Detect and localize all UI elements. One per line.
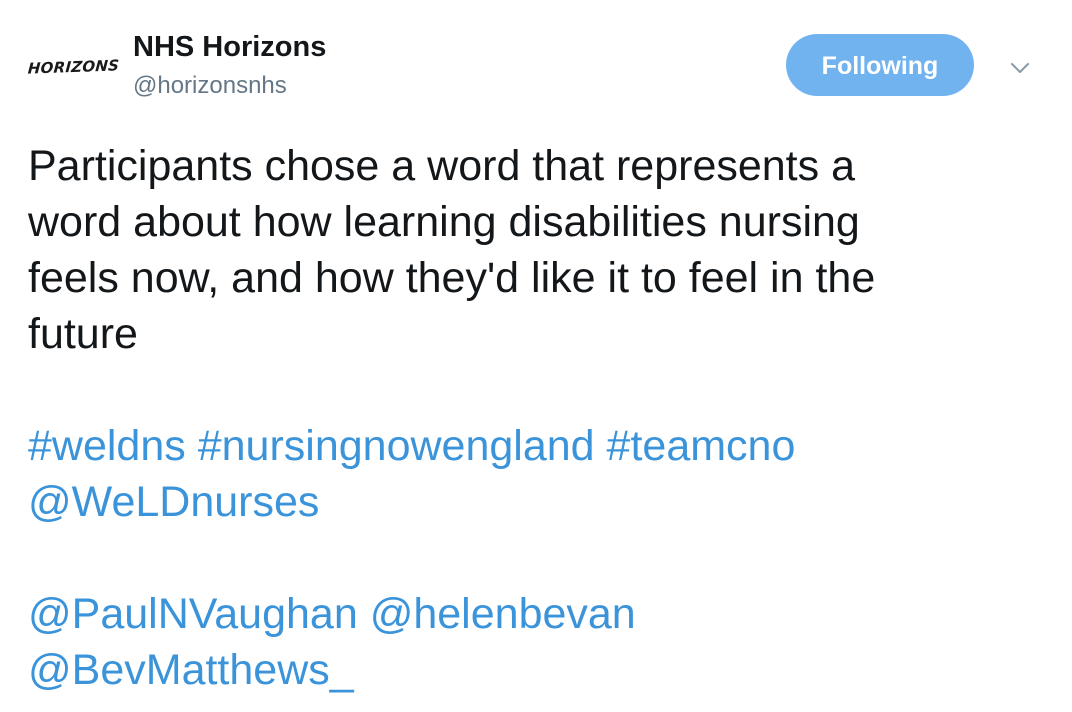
- display-name[interactable]: NHS Horizons: [133, 30, 326, 64]
- hashtag-weldns-link[interactable]: #weldns: [28, 422, 186, 470]
- mention-line: @BevMatthews_: [28, 642, 1048, 698]
- avatar[interactable]: HORIZONS: [27, 44, 120, 90]
- tweet-text: Participants chose a word that represent…: [28, 138, 1048, 698]
- mention-paulnvaughan-link[interactable]: @PaulNVaughan: [28, 590, 358, 638]
- hashtag-teamcno-link[interactable]: #teamcno: [607, 422, 796, 470]
- mention-weldnurses-link[interactable]: @WeLDnurses: [28, 478, 319, 526]
- hashtags-line: #weldns #nursingnowengland #teamcno: [28, 418, 1048, 474]
- tweet-card: HORIZONS NHS Horizons @horizonsnhs Follo…: [0, 0, 1072, 712]
- user-handle[interactable]: @horizonsnhs: [133, 71, 287, 101]
- tweet-text-line: word about how learning disabilities nur…: [28, 198, 860, 246]
- avatar-logo-text: HORIZONS: [27, 56, 120, 78]
- mention-helenbevan-link[interactable]: @helenbevan: [370, 590, 636, 638]
- chevron-down-icon[interactable]: [1008, 56, 1032, 80]
- tweet-text-line: feels now, and how they'd like it to fee…: [28, 254, 876, 302]
- following-button[interactable]: Following: [786, 34, 974, 96]
- tweet-text-line: Participants chose a word that represent…: [28, 142, 855, 190]
- tweet-text-line: future: [28, 310, 138, 358]
- hashtag-nursingnowengland-link[interactable]: #nursingnowengland: [198, 422, 595, 470]
- mention-line: @WeLDnurses: [28, 474, 1048, 530]
- mentions-line: @PaulNVaughan @helenbevan: [28, 586, 1048, 642]
- mention-bevmatthews-link[interactable]: @BevMatthews_: [28, 646, 354, 694]
